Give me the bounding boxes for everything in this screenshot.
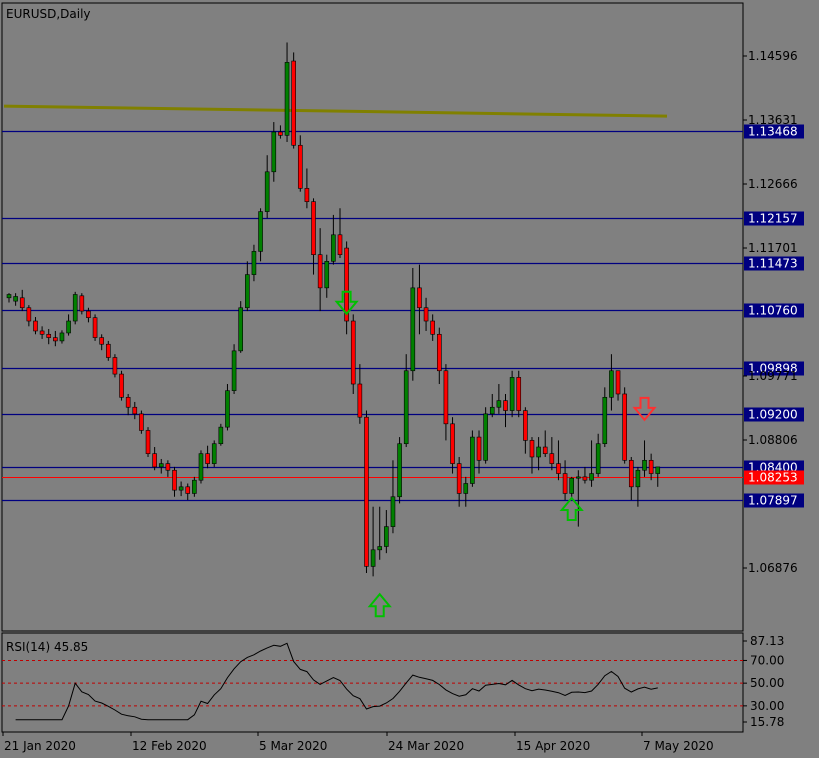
chart-title: EURUSD,Daily xyxy=(6,7,91,21)
price-chart[interactable]: 1.134681.121571.114731.107601.098981.092… xyxy=(0,0,819,758)
candle-13 xyxy=(92,314,98,341)
candle-20 xyxy=(139,410,144,434)
rsi-plot-frame xyxy=(1,632,744,733)
candle-33 xyxy=(225,384,230,431)
rsi-tick-0: 87.13 xyxy=(750,634,784,648)
candle-35 xyxy=(238,301,243,353)
candle-59 xyxy=(397,437,402,504)
rsi-tick-4: 15.78 xyxy=(750,715,784,729)
level-label-3: 1.10760 xyxy=(748,304,798,318)
candle-76 xyxy=(509,370,515,418)
candle-93 xyxy=(622,387,627,464)
x-label-3: 24 Mar 2020 xyxy=(388,739,464,753)
price-tick-5: 1.08806 xyxy=(748,433,798,447)
x-label-4: 15 Apr 2020 xyxy=(516,739,590,753)
candle-43 xyxy=(291,52,296,149)
candle-29 xyxy=(198,450,204,484)
rsi-tick-2: 50.00 xyxy=(750,676,784,690)
candle-34 xyxy=(231,344,237,394)
candle-31 xyxy=(211,440,217,467)
rsi-tick-3: 30.00 xyxy=(750,699,784,713)
price-tick-4: 1.09771 xyxy=(748,369,798,383)
candle-51 xyxy=(344,241,349,335)
x-label-2: 5 Mar 2020 xyxy=(259,739,327,753)
candle-32 xyxy=(218,423,224,446)
rsi-label: RSI(14) 45.85 xyxy=(6,640,88,654)
x-label-0: 21 Jan 2020 xyxy=(4,739,76,753)
price-tick-3: 1.11701 xyxy=(748,241,798,255)
price-tick-0: 1.14596 xyxy=(748,49,798,63)
candle-52 xyxy=(350,314,356,394)
level-label-1: 1.12157 xyxy=(748,212,798,226)
candle-17 xyxy=(119,370,124,401)
price-tick-1: 1.13631 xyxy=(748,113,798,127)
candle-70 xyxy=(470,430,475,487)
candle-21 xyxy=(145,427,151,457)
level-label-2: 1.11473 xyxy=(748,257,798,271)
candle-54 xyxy=(364,410,369,574)
level-label-7: 1.07897 xyxy=(748,494,798,508)
price-tick-2: 1.12666 xyxy=(748,177,798,191)
time-axis: 21 Jan 2020 12 Feb 2020 5 Mar 2020 24 Mar 2… xyxy=(2,732,714,753)
x-label-5: 7 May 2020 xyxy=(643,739,714,753)
candle-10 xyxy=(72,291,78,325)
rsi-tick-1: 70.00 xyxy=(750,653,784,667)
price-tick-6: 1.06876 xyxy=(748,561,798,575)
candle-11 xyxy=(79,293,85,315)
candle-72 xyxy=(483,407,488,464)
current-price-label: 1.08253 xyxy=(748,471,798,485)
level-label-5: 1.09200 xyxy=(748,408,798,422)
candle-16 xyxy=(112,354,118,378)
main-plot-frame xyxy=(1,2,744,632)
candle-77 xyxy=(516,370,522,418)
x-label-1: 12 Feb 2020 xyxy=(132,739,207,753)
